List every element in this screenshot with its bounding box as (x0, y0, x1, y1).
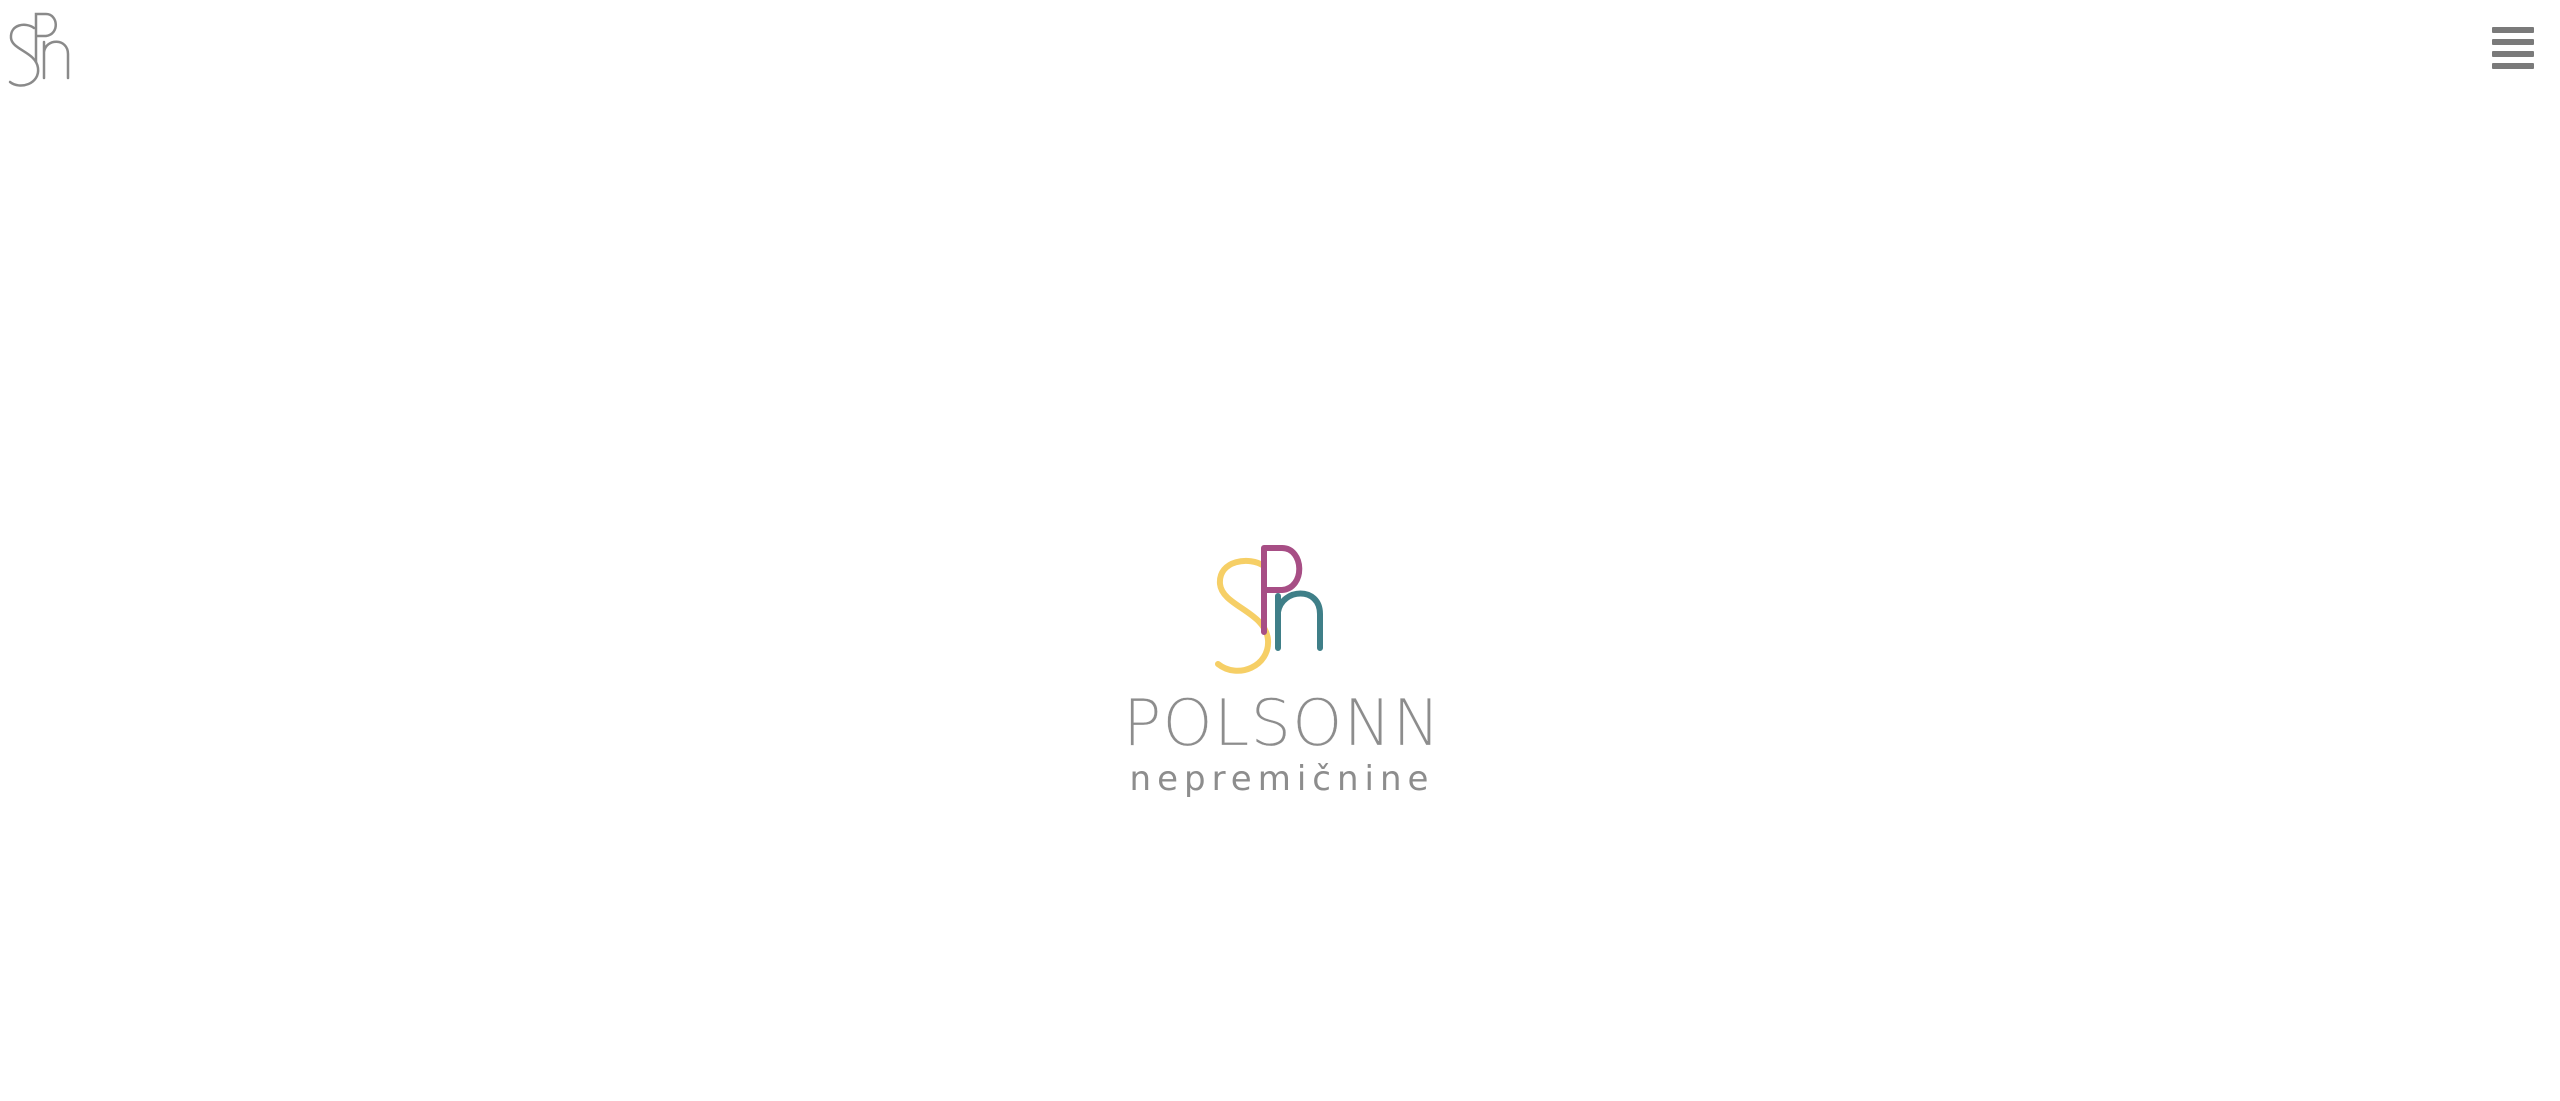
brand-name: POLSONN (1122, 687, 1442, 761)
spn-monogram-icon (8, 12, 70, 87)
brand-logo: POLSONN nepremičnine (1100, 540, 1460, 810)
menu-button[interactable] (2490, 24, 2536, 70)
brand-subtitle: nepremičnine (1129, 759, 1435, 799)
site-logo[interactable] (4, 8, 76, 92)
hamburger-menu-icon (2492, 27, 2534, 69)
spn-color-monogram-icon (1200, 540, 1360, 700)
